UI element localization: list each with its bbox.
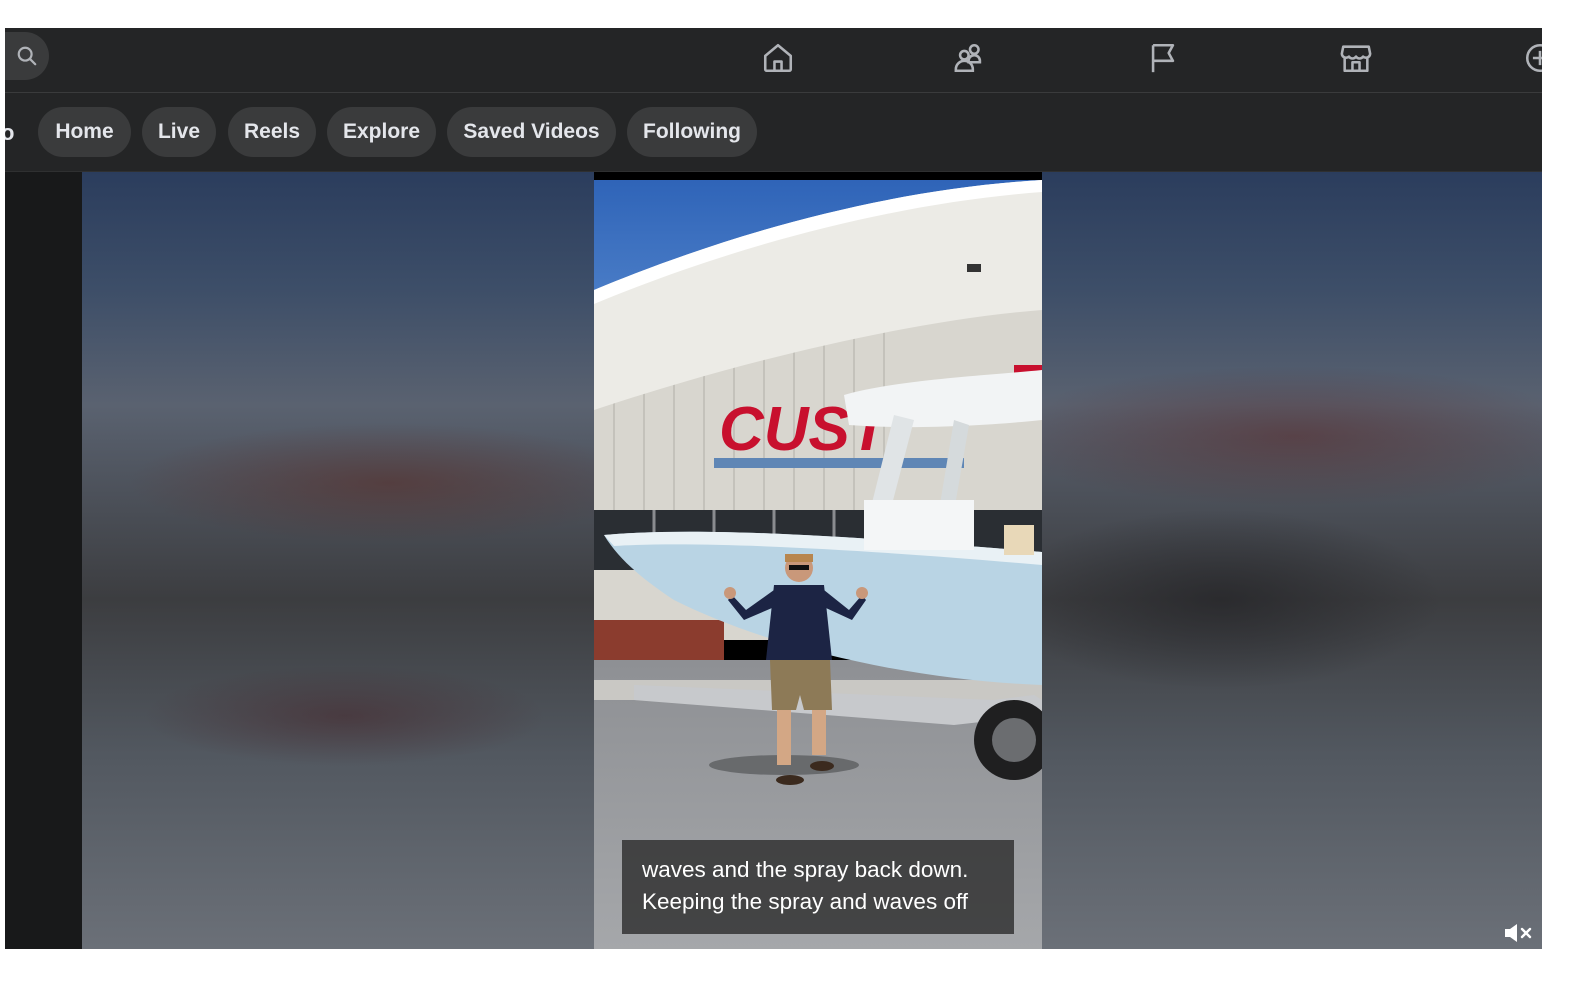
tab-label: Live bbox=[157, 120, 201, 143]
watch-tab-bar: o Home Live Reels Explore Saved Videos F… bbox=[5, 93, 1542, 172]
tab-label: Following bbox=[643, 120, 741, 143]
tab-label: Saved Videos bbox=[463, 120, 600, 143]
nav-home[interactable] bbox=[758, 38, 798, 78]
nav-friends[interactable] bbox=[950, 38, 990, 78]
caption-line: waves and the spray back down. bbox=[642, 857, 969, 882]
tab-explore[interactable]: Explore bbox=[327, 107, 436, 157]
caption-line: Keeping the spray and waves off bbox=[642, 889, 969, 914]
tab-label: Home bbox=[55, 120, 114, 143]
app-window: o Home Live Reels Explore Saved Videos F… bbox=[5, 28, 1542, 949]
tab-following[interactable]: Following bbox=[627, 107, 757, 157]
cut-off-heading: o bbox=[5, 120, 15, 145]
search-icon bbox=[17, 46, 37, 66]
top-navigation-bar bbox=[5, 28, 1542, 93]
video-stage: CUST waves and the spray back down. Keep… bbox=[5, 172, 1542, 949]
home-icon bbox=[763, 43, 793, 73]
search-button[interactable] bbox=[5, 32, 49, 80]
tab-label: Explore bbox=[342, 120, 421, 143]
tab-live[interactable]: Live bbox=[142, 107, 216, 157]
video-frame: CUST bbox=[594, 180, 1042, 949]
tab-home[interactable]: Home bbox=[38, 107, 131, 157]
tab-reels[interactable]: Reels bbox=[228, 107, 316, 157]
video-player[interactable]: CUST waves and the spray back down. Keep… bbox=[594, 172, 1042, 949]
gaming-icon bbox=[1525, 43, 1542, 73]
tab-label: Reels bbox=[243, 120, 301, 143]
friends-icon bbox=[954, 43, 982, 73]
pages-flag-icon bbox=[1151, 43, 1175, 73]
left-gutter bbox=[5, 172, 82, 949]
mute-button[interactable] bbox=[1500, 919, 1536, 947]
video-caption: waves and the spray back down. Keeping t… bbox=[622, 840, 1014, 934]
nav-gaming[interactable] bbox=[1523, 38, 1542, 78]
nav-pages[interactable] bbox=[1143, 38, 1183, 78]
nav-marketplace[interactable] bbox=[1336, 38, 1376, 78]
volume-muted-icon bbox=[1505, 924, 1532, 942]
tab-saved-videos[interactable]: Saved Videos bbox=[447, 107, 616, 157]
marketplace-icon bbox=[1340, 45, 1372, 73]
